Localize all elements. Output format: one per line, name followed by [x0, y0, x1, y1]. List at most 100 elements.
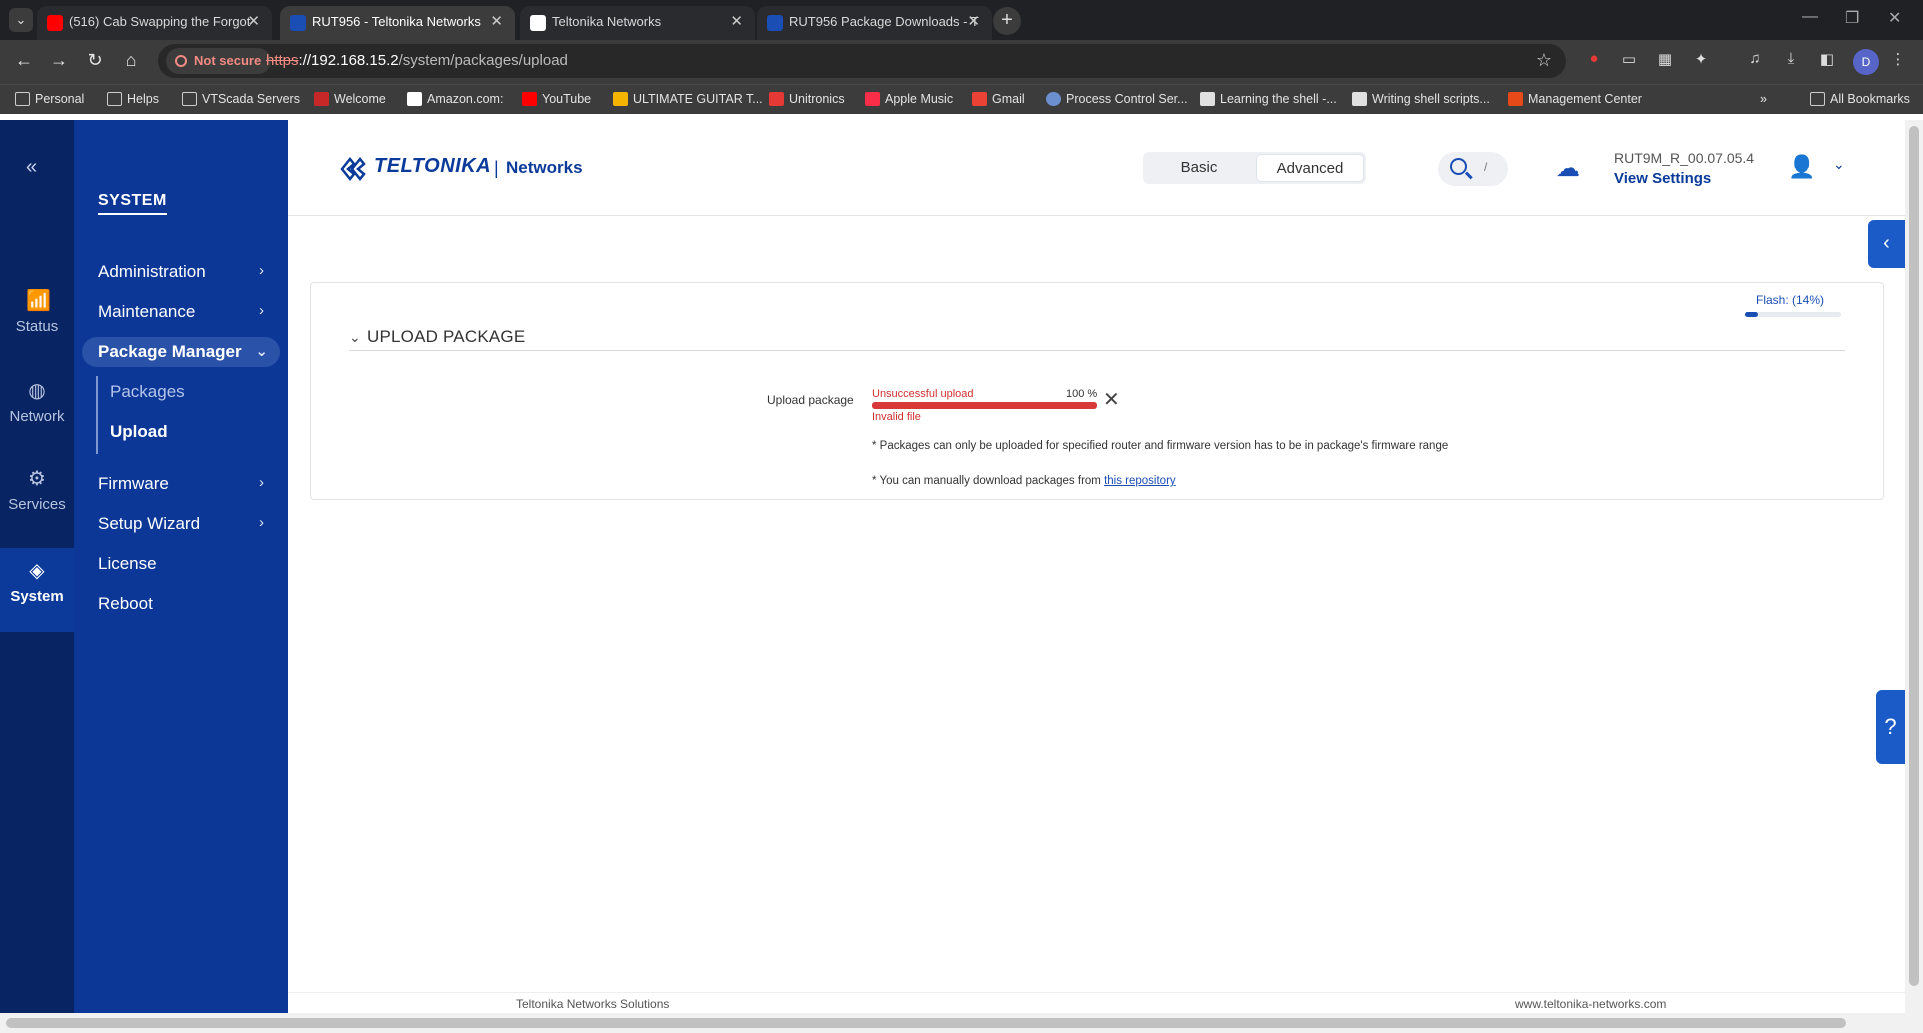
- site-favicon-icon: [1508, 92, 1523, 106]
- bookmark-process-control[interactable]: Process Control Ser...: [1046, 92, 1188, 106]
- mode-advanced-button[interactable]: Advanced: [1256, 154, 1364, 182]
- browser-tab-youtube[interactable]: (516) Cab Swapping the Forgot ✕: [37, 6, 272, 40]
- search-button[interactable]: /: [1438, 152, 1508, 186]
- footer-website-link[interactable]: www.teltonika-networks.com: [1515, 997, 1666, 1011]
- rail-item-system[interactable]: ◈ System: [0, 548, 74, 632]
- browser-menu-icon[interactable]: ⋮: [1887, 50, 1909, 72]
- teltonika-favicon-icon: [530, 15, 546, 31]
- reload-icon[interactable]: ↻: [83, 50, 107, 71]
- bookmarks-overflow-icon[interactable]: »: [1760, 92, 1767, 106]
- bookmark-label: Welcome: [334, 92, 386, 106]
- upload-package-label: Upload package: [767, 393, 854, 407]
- close-tab-icon[interactable]: ✕: [730, 6, 743, 38]
- sidebar-item-package-manager[interactable]: Package Manager ⌄: [82, 337, 280, 367]
- logo-subtitle: Networks: [506, 158, 583, 177]
- collapse-sidebar-icon[interactable]: «: [26, 156, 37, 179]
- bookmark-star-icon[interactable]: ☆: [1536, 50, 1552, 71]
- not-secure-badge[interactable]: Not secure: [166, 48, 272, 74]
- extension-grid-icon[interactable]: ▦: [1654, 50, 1676, 72]
- extension-gamepad-icon[interactable]: ▭: [1618, 50, 1640, 72]
- all-bookmarks[interactable]: All Bookmarks: [1810, 92, 1910, 106]
- bookmark-label: Apple Music: [885, 92, 954, 106]
- bookmarks-bar: Personal Helps VTScada Servers Welcome A…: [0, 84, 1923, 114]
- downloads-icon[interactable]: ⤓: [1780, 50, 1802, 72]
- bookmark-apple-music[interactable]: Apple Music: [865, 92, 953, 106]
- cancel-upload-icon[interactable]: ✕: [1103, 387, 1120, 412]
- view-settings-link[interactable]: View Settings: [1614, 170, 1711, 187]
- rail-item-services[interactable]: ⚙ Services: [0, 468, 74, 550]
- side-drawer-toggle[interactable]: ‹: [1868, 220, 1905, 268]
- user-icon[interactable]: 👤: [1788, 154, 1816, 182]
- bookmark-gmail[interactable]: Gmail: [972, 92, 1025, 106]
- sidebar-item-administration[interactable]: Administration ›: [98, 262, 274, 282]
- page-footer: Teltonika Networks Solutions www.teltoni…: [288, 992, 1905, 1013]
- chevron-down-icon[interactable]: ⌄: [1833, 156, 1845, 173]
- minimize-icon[interactable]: —: [1802, 8, 1818, 26]
- back-icon[interactable]: ←: [12, 50, 36, 71]
- firmware-version: RUT9M_R_00.07.05.4: [1614, 150, 1755, 166]
- sidebar-item-license[interactable]: License: [98, 554, 274, 574]
- url-text[interactable]: https://192.168.15.2/system/packages/upl…: [266, 52, 568, 69]
- bookmark-management-center[interactable]: Management Center: [1508, 92, 1642, 106]
- section-header-upload-package[interactable]: ⌄ UPLOAD PACKAGE: [349, 327, 1845, 351]
- bookmark-label: Process Control Ser...: [1066, 92, 1188, 106]
- close-tab-icon[interactable]: ✕: [247, 6, 260, 38]
- bookmark-youtube[interactable]: YouTube: [522, 92, 591, 106]
- horizontal-scrollbar[interactable]: [0, 1013, 1923, 1033]
- bookmark-unitronics[interactable]: Unitronics: [769, 92, 845, 106]
- browser-tab-teltonika[interactable]: Teltonika Networks ✕: [520, 6, 755, 40]
- section-sidebar: SYSTEM Administration › Maintenance › Pa…: [74, 120, 288, 1013]
- browser-tab-rut956[interactable]: RUT956 - Teltonika Networks ✕: [280, 6, 515, 40]
- teltonika-favicon-icon: [767, 15, 783, 31]
- close-tab-icon[interactable]: ✕: [967, 6, 980, 38]
- sidebar-item-reboot[interactable]: Reboot: [98, 594, 274, 614]
- bar-chart-icon: 📶: [26, 290, 51, 312]
- bookmark-vtscada-servers[interactable]: VTScada Servers: [182, 92, 300, 106]
- repository-link[interactable]: this repository: [1104, 475, 1176, 487]
- bookmark-writing-shell[interactable]: Writing shell scripts...: [1352, 92, 1490, 106]
- sidebar-item-setup-wizard[interactable]: Setup Wizard ›: [98, 514, 274, 534]
- bookmark-learning-shell[interactable]: Learning the shell -...: [1200, 92, 1337, 106]
- chevron-left-icon: ‹: [1883, 232, 1890, 254]
- bookmark-helps[interactable]: Helps: [107, 92, 159, 106]
- tab-search-chevron-icon[interactable]: ⌄: [9, 8, 33, 32]
- bookmark-welcome[interactable]: Welcome: [314, 92, 386, 106]
- bookmark-personal[interactable]: Personal: [15, 92, 84, 106]
- browser-tab-package-downloads[interactable]: RUT956 Package Downloads - T ✕: [757, 6, 992, 40]
- cloud-upload-icon[interactable]: ☁: [1556, 154, 1586, 182]
- bookmark-amazon[interactable]: Amazon.com:: [407, 92, 503, 106]
- flash-usage-fill: [1745, 312, 1759, 317]
- footer-company: Teltonika Networks Solutions: [516, 997, 670, 1011]
- close-window-icon[interactable]: ✕: [1888, 8, 1901, 28]
- home-icon[interactable]: ⌂: [119, 50, 143, 71]
- new-tab-button[interactable]: +: [993, 7, 1021, 35]
- sidebar-item-firmware[interactable]: Firmware ›: [98, 474, 274, 494]
- url-protocol: https: [266, 52, 299, 69]
- profile-avatar[interactable]: D: [1853, 49, 1879, 75]
- media-control-icon[interactable]: ♫: [1744, 50, 1766, 72]
- scrollbar-thumb[interactable]: [6, 1018, 1846, 1028]
- bookmark-ultimate-guitar[interactable]: ULTIMATE GUITAR T...: [613, 92, 763, 106]
- scrollbar-thumb[interactable]: [1909, 126, 1919, 986]
- mode-basic-button[interactable]: Basic: [1145, 154, 1253, 182]
- extension-red-icon[interactable]: ●: [1583, 50, 1605, 72]
- close-tab-icon[interactable]: ✕: [490, 6, 503, 38]
- forward-icon[interactable]: →: [47, 50, 71, 71]
- browser-tabstrip: ⌄ (516) Cab Swapping the Forgot ✕ RUT956…: [0, 0, 1923, 40]
- vertical-scrollbar[interactable]: [1905, 120, 1923, 1013]
- bookmark-label: Writing shell scripts...: [1372, 92, 1490, 106]
- system-icon: ◈: [29, 560, 45, 582]
- rail-item-status[interactable]: 📶 Status: [0, 290, 74, 372]
- logo-separator: |: [494, 158, 499, 178]
- icon-rail: « 📶 Status ◍ Network ⚙ Services ◈ System: [0, 120, 74, 1013]
- sidebar-subitem-packages[interactable]: Packages: [110, 382, 185, 402]
- address-bar[interactable]: Not secure https://192.168.15.2/system/p…: [158, 44, 1566, 78]
- not-secure-label: Not secure: [194, 53, 262, 68]
- extensions-puzzle-icon[interactable]: ✦: [1690, 50, 1712, 72]
- restore-icon[interactable]: ❐: [1845, 8, 1859, 28]
- rail-item-network[interactable]: ◍ Network: [0, 380, 74, 462]
- sidebar-subitem-upload[interactable]: Upload: [110, 422, 168, 442]
- help-button[interactable]: ?: [1876, 690, 1905, 764]
- sidebar-item-maintenance[interactable]: Maintenance ›: [98, 302, 274, 322]
- side-panel-icon[interactable]: ◧: [1816, 50, 1838, 72]
